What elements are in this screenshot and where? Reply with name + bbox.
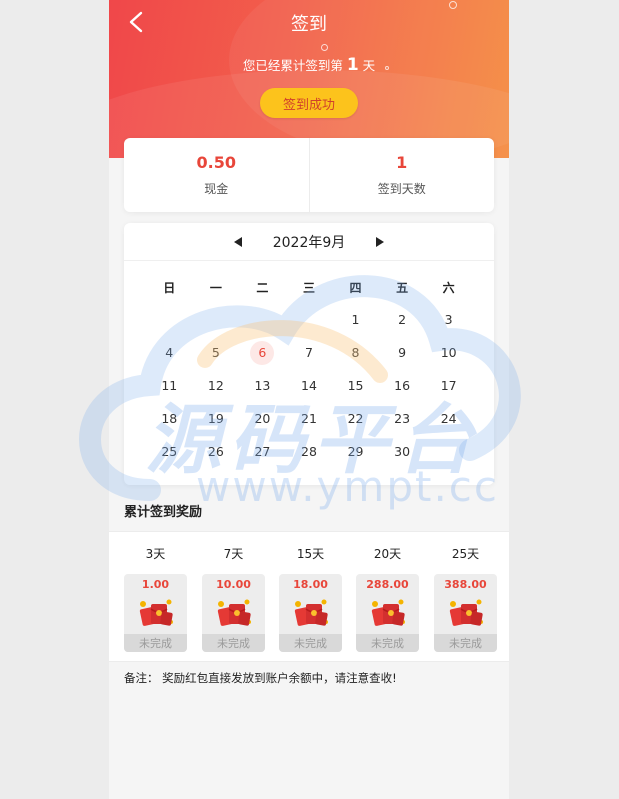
reward-status[interactable]: 未完成 [202, 634, 265, 652]
calendar-day[interactable]: 25 [146, 435, 193, 468]
calendar-day[interactable]: 18 [146, 402, 193, 435]
calendar-day[interactable]: 10 [425, 336, 472, 369]
rewards-list: 3天 1.00 未完成 7天 10.00 未完成 15天 18.00 未完成 20天 288.00 未… [109, 531, 509, 662]
reward-days: 25天 [451, 546, 480, 561]
page-title: 签到 [291, 14, 327, 35]
reward-amount: 1.00 [141, 578, 170, 591]
calendar-day[interactable]: 21 [286, 402, 333, 435]
reward-status[interactable]: 未完成 [124, 634, 187, 652]
red-packet-icon [139, 599, 173, 626]
calendar-day[interactable]: 5 [193, 336, 240, 369]
weekday-label: 三 [302, 280, 315, 295]
bubble-decoration [449, 1, 457, 9]
weekday-label: 六 [442, 280, 455, 295]
reward-days: 3天 [145, 546, 166, 561]
red-packet-icon [371, 599, 405, 626]
calendar-day[interactable]: 2 [379, 303, 426, 336]
days-label: 签到天数 [377, 182, 426, 196]
reward-status[interactable]: 未完成 [356, 634, 419, 652]
red-packet-icon [449, 599, 483, 626]
calendar-day[interactable]: 15 [332, 369, 379, 402]
calendar-day[interactable]: 9 [379, 336, 426, 369]
calendar-day-today[interactable]: 6 [239, 336, 286, 369]
weekday-label: 四 [349, 280, 362, 295]
weekday-label: 二 [256, 280, 269, 295]
empty-day-cell [239, 303, 286, 336]
calendar-day[interactable]: 17 [425, 369, 472, 402]
reward-days: 20天 [373, 546, 402, 561]
calendar-day[interactable]: 11 [146, 369, 193, 402]
calendar-day[interactable]: 19 [193, 402, 240, 435]
calendar-day[interactable]: 8 [332, 336, 379, 369]
prev-month-button[interactable] [231, 235, 245, 249]
calendar-grid: 日一二三四五六 1 2 3 4 5 6 7 8 9 10 11 12 13 14 15 16 17 18 19 20 21… [146, 271, 472, 468]
calendar-day[interactable]: 3 [425, 303, 472, 336]
reward-item: 20天 288.00 未完成 [356, 532, 419, 652]
empty-day-cell [193, 303, 240, 336]
reward-item: 25天 388.00 未完成 [434, 532, 497, 652]
calendar-day[interactable]: 13 [239, 369, 286, 402]
reward-amount: 18.00 [293, 578, 328, 591]
red-packet-icon [217, 599, 251, 626]
calendar: 2022年9月 日一二三四五六 1 2 3 4 5 6 7 8 9 10 11 12 13 14 15 16 17… [124, 223, 494, 485]
reward-amount: 10.00 [216, 578, 251, 591]
calendar-header: 2022年9月 [124, 223, 494, 261]
checkin-page: 签到 您已经累计签到第 1 天 签到成功 0.50 现金 1 签到天数 2022年9… [109, 0, 509, 799]
calendar-day[interactable]: 12 [193, 369, 240, 402]
weekday-label: 一 [209, 280, 222, 295]
reward-card: 10.00 未完成 [202, 574, 265, 652]
calendar-day[interactable]: 7 [286, 336, 333, 369]
month-label: 2022年9月 [272, 234, 346, 251]
calendar-day[interactable]: 24 [425, 402, 472, 435]
weekday-label: 日 [163, 280, 176, 295]
calendar-day[interactable]: 29 [332, 435, 379, 468]
calendar-day[interactable]: 4 [146, 336, 193, 369]
calendar-day[interactable]: 16 [379, 369, 426, 402]
calendar-day[interactable]: 14 [286, 369, 333, 402]
cash-value: 0.50 [196, 153, 236, 172]
reward-item: 15天 18.00 未完成 [279, 532, 342, 652]
streak-text: 您已经累计签到第 1 天 [242, 55, 376, 75]
reward-amount: 288.00 [366, 578, 409, 591]
calendar-day[interactable]: 1 [332, 303, 379, 336]
days-value: 1 [396, 153, 408, 172]
empty-day-cell [146, 303, 193, 336]
red-packet-icon [294, 599, 328, 626]
reward-card: 1.00 未完成 [124, 574, 187, 652]
triangle-right-icon [376, 236, 385, 247]
stats-card: 0.50 现金 1 签到天数 [124, 138, 494, 212]
calendar-day[interactable]: 27 [239, 435, 286, 468]
calendar-day[interactable]: 30 [379, 435, 426, 468]
reward-card: 388.00 未完成 [434, 574, 497, 652]
bubble-decoration [321, 44, 328, 51]
stat-days: 1 签到天数 [308, 138, 495, 212]
reward-item: 3天 1.00 未完成 [124, 532, 187, 652]
calendar-day[interactable]: 22 [332, 402, 379, 435]
triangle-left-icon [233, 236, 242, 247]
streak-days: 1 [346, 55, 359, 75]
reward-days: 15天 [296, 546, 325, 561]
empty-day-cell [286, 303, 333, 336]
note-text: 备注： 奖励红包直接发放到账户余额中，请注意查收! [124, 671, 397, 685]
calendar-day[interactable]: 20 [239, 402, 286, 435]
reward-card: 18.00 未完成 [279, 574, 342, 652]
calendar-day[interactable]: 26 [193, 435, 240, 468]
reward-status[interactable]: 未完成 [434, 634, 497, 652]
reward-amount: 388.00 [444, 578, 487, 591]
calendar-day[interactable]: 28 [286, 435, 333, 468]
reward-card: 288.00 未完成 [356, 574, 419, 652]
weekday-label: 五 [396, 280, 409, 295]
sign-in-button[interactable]: 签到成功 [260, 88, 358, 118]
reward-status[interactable]: 未完成 [279, 634, 342, 652]
calendar-day[interactable]: 23 [379, 402, 426, 435]
stat-cash: 0.50 现金 [124, 138, 309, 212]
rewards-title: 累计签到奖励 [124, 505, 203, 520]
cash-label: 现金 [204, 182, 229, 196]
reward-days: 7天 [223, 546, 244, 561]
next-month-button[interactable] [373, 235, 387, 249]
reward-item: 7天 10.00 未完成 [202, 532, 265, 652]
header-banner: 签到 您已经累计签到第 1 天 签到成功 [109, 0, 509, 158]
